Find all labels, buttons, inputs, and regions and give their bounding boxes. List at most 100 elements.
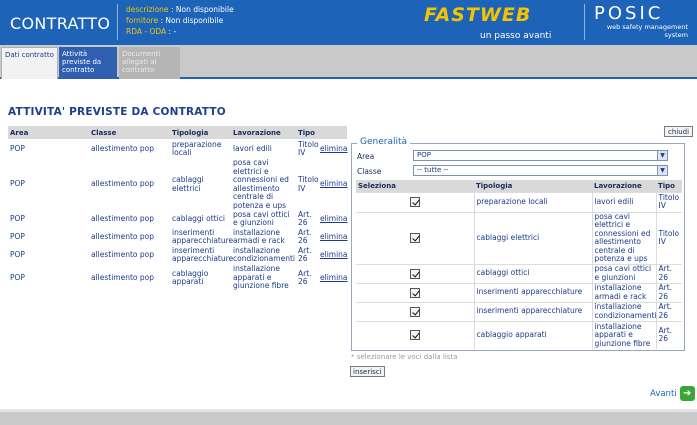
cell-tipologia: cablaggi elettrici	[172, 175, 204, 193]
posic-tagline: web safety management system	[606, 23, 688, 39]
page-section-title: CONTRATTO	[10, 14, 111, 33]
cell-select	[356, 191, 474, 212]
cell-select	[356, 320, 474, 349]
arrow-right-icon: ➔	[679, 386, 695, 401]
table-row: POP allestimento pop preparazione locali…	[8, 139, 348, 159]
fieldset-legend: Generalità	[357, 137, 411, 147]
delete-link[interactable]: elimina	[318, 139, 348, 159]
cell-lavorazione: posa cavi elettrici e connessioni ed all…	[591, 211, 656, 264]
table-row: cablaggio apparati installazione apparat…	[356, 320, 682, 349]
cell-select	[356, 282, 474, 302]
cell-tipo: Art. 26	[655, 263, 682, 283]
table-row: inserimenti apparecchiature installazion…	[356, 301, 682, 321]
cell-classe: allestimento pop	[91, 272, 155, 282]
cell-lavorazione: installazione condizionamenti	[591, 301, 656, 321]
next-button[interactable]: Avanti ➔	[650, 386, 695, 401]
delete-link[interactable]: elimina	[318, 159, 348, 210]
row-checkbox[interactable]	[409, 287, 420, 298]
header-divider	[117, 4, 118, 40]
chevron-down-icon: ▼	[657, 166, 667, 175]
cell-tipologia: inserimenti apparecchiature	[473, 282, 592, 302]
cell-tipo: Art. 26	[655, 320, 682, 349]
posic-logo: POSIC	[594, 3, 664, 24]
cell-tipologia: cablaggio apparati	[172, 268, 209, 286]
cell-area: POP	[10, 179, 25, 189]
cell-lavorazione: installazione armadi e rack	[233, 227, 285, 245]
cell-tipo: Titolo IV	[655, 191, 682, 212]
cell-select	[356, 263, 474, 283]
cell-lavorazione: installazione condizionamenti	[233, 245, 295, 263]
cell-tipo: Art. 26	[655, 282, 682, 302]
delete-link[interactable]: elimina	[318, 246, 348, 264]
delete-link[interactable]: elimina	[318, 210, 348, 228]
cell-lavorazione: posa cavi ottici e giunzioni	[591, 263, 656, 283]
cell-area: POP	[10, 231, 25, 241]
table-row: preparazione locali lavori edili Titolo …	[356, 191, 682, 212]
table-row: cablaggi elettrici posa cavi elettrici e…	[356, 211, 682, 264]
column-header-tipologia: Tipologia	[474, 180, 592, 192]
column-header-lavorazione: Lavorazione	[592, 180, 656, 192]
cell-lavorazione: posa cavi elettrici e connessioni ed all…	[233, 158, 289, 210]
cell-classe: allestimento pop	[91, 249, 155, 259]
cell-area: POP	[10, 272, 25, 282]
meta-key: descrizione	[126, 5, 169, 14]
cell-area: POP	[10, 249, 25, 259]
delete-link[interactable]: elimina	[318, 264, 348, 292]
row-checkbox[interactable]	[409, 197, 420, 207]
meta-rda-oda: RDA - ODA : -	[126, 27, 176, 36]
table-row: inserimenti apparecchiature installazion…	[356, 282, 682, 302]
selection-hint: * selezionare le voci dalla lista	[351, 353, 458, 361]
cell-lavorazione: lavori edili	[591, 191, 656, 212]
meta-key: fornitore	[126, 16, 159, 25]
row-checkbox[interactable]	[409, 233, 420, 243]
cell-tipologia: inserimenti apparecchiature	[473, 301, 592, 321]
meta-value: : Non disponibile	[170, 5, 234, 14]
row-checkbox[interactable]	[409, 330, 420, 341]
column-header-seleziona: Seleziona	[356, 180, 474, 192]
column-header-tipo: Tipo	[296, 126, 318, 139]
column-header-tipologia: Tipologia	[170, 126, 231, 139]
cell-tipo: Art. 26	[298, 209, 312, 227]
meta-key: RDA - ODA	[126, 27, 167, 36]
table-row: POP allestimento pop cablaggio apparati …	[8, 264, 348, 292]
cell-tipo: Art. 26	[655, 301, 682, 321]
cell-select	[356, 211, 474, 264]
column-header-tipo: Tipo	[656, 180, 682, 192]
row-checkbox[interactable]	[409, 268, 420, 279]
insert-button[interactable]: inserisci	[350, 366, 385, 377]
meta-fornitore: fornitore : Non disponibile	[126, 16, 223, 25]
tab-attivita-previste[interactable]: Attività previste da contratto	[59, 47, 117, 79]
table-row: cablaggi ottici posa cavi ottici e giunz…	[356, 263, 682, 283]
meta-value: : -	[168, 27, 177, 36]
area-select-value: POP	[417, 151, 431, 159]
cell-tipo: Art. 26	[298, 268, 312, 286]
cell-classe: allestimento pop	[91, 231, 155, 241]
column-header-lavorazione: Lavorazione	[231, 126, 296, 139]
fastweb-logo: FASTWEB	[424, 4, 532, 26]
cell-classe: allestimento pop	[91, 179, 155, 189]
selection-table: Seleziona Tipologia Lavorazione Tipo pre…	[356, 180, 682, 349]
column-header-area: Area	[8, 126, 89, 139]
close-button[interactable]: chiudi	[664, 126, 694, 137]
area-select[interactable]: POP ▼	[413, 150, 668, 161]
column-header-classe: Classe	[89, 126, 170, 139]
cell-tipologia: preparazione locali	[172, 139, 222, 157]
activities-table: Area Classe Tipologia Lavorazione Tipo P…	[8, 126, 348, 292]
delete-link[interactable]: elimina	[318, 228, 348, 246]
cell-tipo: Art. 26	[298, 245, 312, 263]
next-label: Avanti	[650, 388, 677, 399]
app-header: CONTRATTO descrizione : Non disponibile …	[0, 0, 697, 45]
classe-select[interactable]: -- tutte -- ▼	[413, 165, 668, 176]
cell-area: POP	[10, 143, 25, 153]
cell-area: POP	[10, 213, 25, 223]
cell-classe: allestimento pop	[91, 213, 155, 223]
cell-lavorazione: posa cavi ottici e giunzioni	[233, 209, 290, 227]
row-checkbox[interactable]	[409, 306, 420, 317]
cell-tipologia: inserimenti apparecchiature	[172, 245, 234, 263]
page-title: ATTIVITA' PREVISTE DA CONTRATTO	[8, 106, 226, 118]
cell-tipologia: preparazione locali	[473, 191, 592, 212]
cell-classe: allestimento pop	[91, 143, 155, 153]
table-row: POP allestimento pop inserimenti apparec…	[8, 227, 348, 246]
tab-dati-contratto[interactable]: Dati contratto	[1, 47, 58, 79]
table-row: POP allestimento pop inserimenti apparec…	[8, 245, 348, 264]
